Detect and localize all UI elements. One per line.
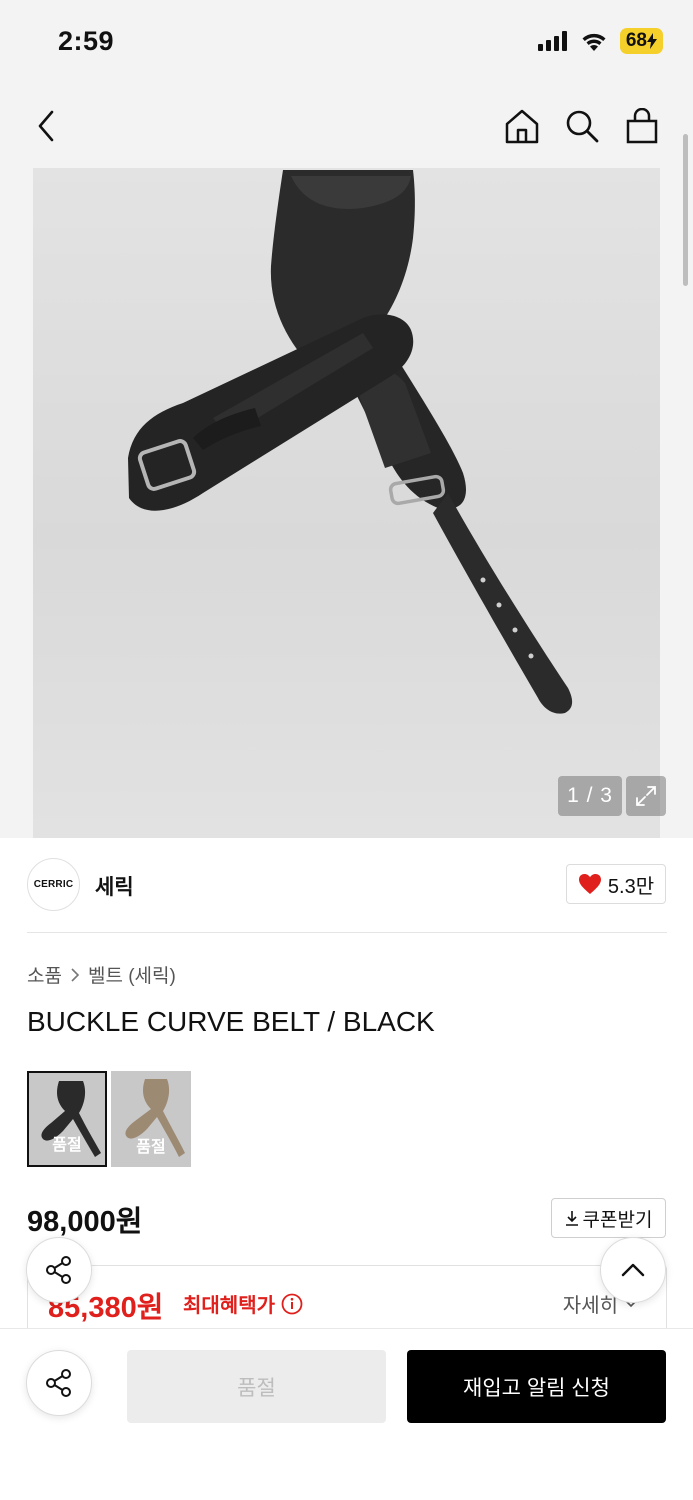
belt-photo [128,170,573,714]
cellular-signal-icon [537,31,567,51]
max-benefit-box: 85,380원 최대혜택가 자세히 [27,1265,667,1335]
battery-indicator: 68 [619,28,663,54]
shopping-bag-icon [626,108,658,144]
wifi-icon [582,33,606,51]
sold-out-badge: 품절 [52,1137,82,1154]
info-icon[interactable] [281,1293,303,1315]
home-button[interactable] [498,102,546,150]
status-icons: 68 [537,28,663,54]
share-icon [46,1256,71,1284]
floating-share-button[interactable] [26,1237,92,1303]
benefit-label: 최대혜택가 [183,1289,303,1318]
heart-icon [578,874,601,894]
sold-out-badge: 품절 [136,1139,166,1156]
expand-image-button[interactable] [626,776,666,816]
swatch-black[interactable]: 품절 [27,1071,107,1167]
breadcrumb-category[interactable]: 소품 [27,961,62,988]
status-bar: 2:59 68 [0,0,693,84]
restock-notify-button[interactable]: 재입고 알림 신청 [407,1350,666,1423]
download-icon [565,1211,578,1226]
product-title: BUCKLE CURVE BELT / BLACK [27,1006,435,1037]
breadcrumb: 소품 벨트 (세릭) [27,961,176,988]
chevron-right-icon [71,967,80,982]
scrollbar[interactable] [683,134,688,286]
brand-logo[interactable]: CERRIC [27,858,80,911]
color-swatches: 품절 품절 [27,1071,191,1167]
like-count: 5.3만 [607,875,655,898]
like-button[interactable]: 5.3만 [566,864,666,904]
sold-out-button: 품절 [127,1350,386,1423]
back-button[interactable] [22,102,70,150]
cart-button[interactable] [618,102,666,150]
scroll-to-top-button[interactable] [600,1237,666,1303]
chevron-up-icon [621,1263,645,1277]
image-page-counter: 1 / 3 [558,776,622,816]
product-price: 98,000원 [27,1206,143,1238]
battery-level: 68 [625,30,647,51]
status-time: 2:59 [58,26,115,56]
chevron-left-icon [38,110,54,142]
product-photo [33,168,660,838]
bottom-action-bar: 품절 재입고 알림 신청 [0,1328,693,1500]
brand-row: CERRIC 세릭 5.3만 [27,858,667,912]
charging-bolt-icon [647,33,657,49]
navigation-bar [0,84,693,168]
share-button[interactable] [26,1350,92,1416]
home-icon [505,109,539,144]
product-gallery[interactable]: 1 / 3 [0,134,693,838]
coupon-button[interactable]: 쿠폰받기 [551,1198,666,1238]
search-icon [566,110,599,143]
breadcrumb-subcategory[interactable]: 벨트 (세릭) [88,961,176,988]
brand-name[interactable]: 세릭 [95,871,134,901]
swatch-taupe[interactable]: 품절 [111,1071,191,1167]
divider [27,932,667,933]
search-button[interactable] [558,102,606,150]
benefit-label-text: 최대혜택가 [183,1295,275,1317]
expand-icon [636,786,656,806]
share-icon [46,1369,71,1397]
coupon-label: 쿠폰받기 [582,1209,653,1231]
